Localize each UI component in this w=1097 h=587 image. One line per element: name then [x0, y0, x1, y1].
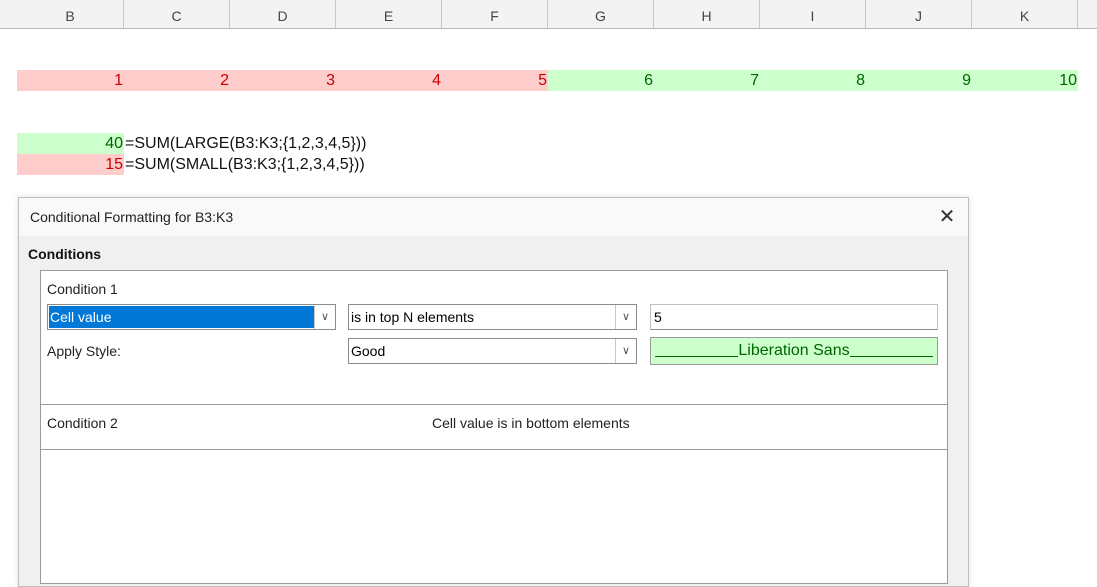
condition-2-label: Condition 2 — [47, 415, 118, 431]
formula-text-small[interactable]: =SUM(SMALL(B3:K3;{1,2,3,4,5})) — [125, 154, 365, 175]
column-header-e[interactable]: E — [336, 0, 442, 28]
preview-underline-left — [655, 338, 739, 357]
conditional-formatting-dialog: Conditional Formatting for B3:K3 ✕ Condi… — [18, 197, 969, 587]
cell-b6-large-sum[interactable]: 40 — [17, 133, 124, 154]
condition-2-summary: Cell value is in bottom elements — [432, 415, 630, 431]
operator-value: is in top N elements — [351, 309, 474, 325]
cell-f3[interactable]: 5 — [442, 70, 548, 91]
column-header-bar: B C D E F G H I J K — [0, 0, 1097, 29]
chevron-down-icon[interactable]: ∨ — [615, 339, 636, 363]
preview-underline-right — [849, 338, 933, 357]
column-header-d[interactable]: D — [230, 0, 336, 28]
style-preview: Liberation Sans — [650, 337, 938, 365]
operator-dropdown[interactable]: is in top N elements ∨ — [348, 304, 637, 330]
apply-style-label: Apply Style: — [47, 343, 121, 359]
column-header-k[interactable]: K — [972, 0, 1078, 28]
column-header-f[interactable]: F — [442, 0, 548, 28]
dialog-titlebar[interactable]: Conditional Formatting for B3:K3 ✕ — [19, 198, 968, 236]
preview-font-name: Liberation Sans — [738, 342, 850, 359]
cell-h3[interactable]: 7 — [654, 70, 760, 91]
conditions-list: Condition 1 Cell value ∨ is in top N ele… — [40, 270, 948, 584]
column-header-c[interactable]: C — [124, 0, 230, 28]
column-header-g[interactable]: G — [548, 0, 654, 28]
condition-type-dropdown[interactable]: Cell value ∨ — [47, 304, 336, 330]
dialog-title: Conditional Formatting for B3:K3 — [30, 209, 234, 225]
formula-text-large[interactable]: =SUM(LARGE(B3:K3;{1,2,3,4,5})) — [125, 133, 366, 154]
apply-style-dropdown[interactable]: Good ∨ — [348, 338, 637, 364]
cell-j3[interactable]: 9 — [866, 70, 972, 91]
close-icon[interactable]: ✕ — [936, 206, 958, 228]
condition-value-input[interactable]: 5 — [650, 304, 938, 330]
condition-1-label: Condition 1 — [47, 281, 118, 297]
conditions-heading: Conditions — [28, 246, 102, 262]
column-header-i[interactable]: I — [760, 0, 866, 28]
apply-style-value: Good — [351, 343, 386, 359]
cell-i3[interactable]: 8 — [760, 70, 866, 91]
cell-b7-small-sum[interactable]: 15 — [17, 154, 124, 175]
condition-2-entry[interactable]: Condition 2 Cell value is in bottom elem… — [41, 405, 947, 450]
column-header-b[interactable]: B — [17, 0, 124, 28]
cell-d3[interactable]: 3 — [230, 70, 336, 91]
cell-k3[interactable]: 10 — [972, 70, 1078, 91]
condition-type-value: Cell value — [49, 306, 315, 328]
cell-c3[interactable]: 2 — [124, 70, 230, 91]
condition-1-entry[interactable]: Condition 1 Cell value ∨ is in top N ele… — [41, 271, 947, 405]
column-header-h[interactable]: H — [654, 0, 760, 28]
chevron-down-icon[interactable]: ∨ — [615, 305, 636, 329]
chevron-down-icon[interactable]: ∨ — [314, 305, 335, 329]
cell-b3[interactable]: 1 — [17, 70, 124, 91]
cell-e3[interactable]: 4 — [336, 70, 442, 91]
cell-g3[interactable]: 6 — [548, 70, 654, 91]
column-header-j[interactable]: J — [866, 0, 972, 28]
